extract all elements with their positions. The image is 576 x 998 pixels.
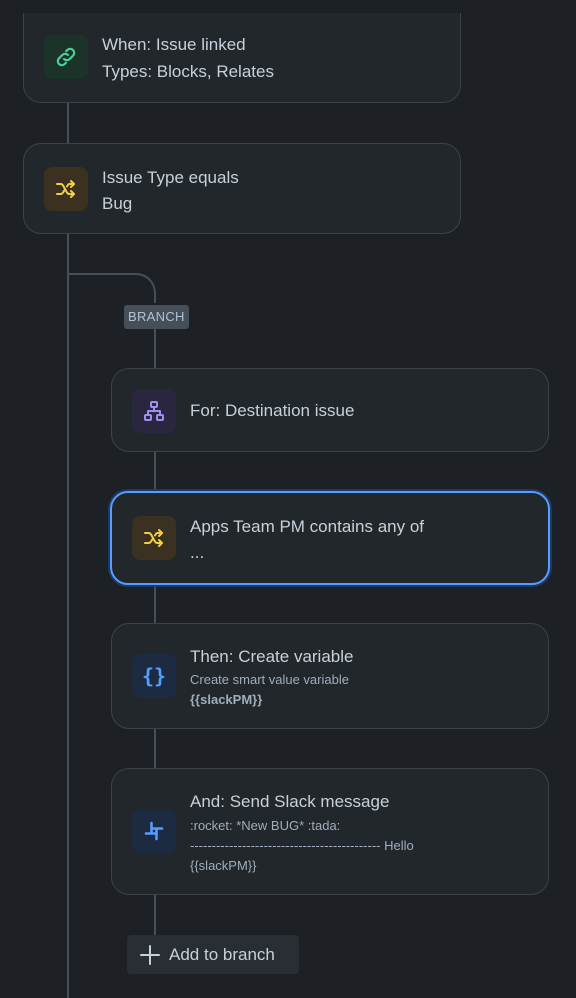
branch-for-card[interactable]: For: Destination issue [111, 368, 549, 452]
send-slack-line2: ----------------------------------------… [190, 838, 414, 853]
trigger-title: When: Issue linked [102, 35, 246, 54]
shuffle-icon [44, 167, 88, 211]
send-slack-line3: {{slackPM}} [190, 858, 257, 873]
add-to-branch-button[interactable]: Add to branch [127, 935, 299, 974]
send-slack-line1: :rocket: *New BUG* :tada: [190, 818, 341, 833]
condition-title: Issue Type equals [102, 168, 239, 187]
branch-condition-card-apps-team-pm[interactable]: Apps Team PM contains any of ... [110, 491, 550, 585]
shuffle-icon [132, 516, 176, 560]
send-slack-title: And: Send Slack message [190, 792, 390, 811]
send-slack-message-card[interactable]: And: Send Slack message :rocket: *New BU… [111, 768, 549, 895]
branch-connector-curve [67, 273, 156, 303]
add-to-branch-label: Add to branch [169, 944, 275, 964]
trigger-detail: Types: Blocks, Relates [102, 62, 274, 81]
branch-connector-line-2 [154, 452, 156, 491]
main-connector-line-long [67, 234, 69, 998]
curly-braces-icon: {} [132, 654, 176, 698]
branch-connector-line-3 [154, 585, 156, 623]
hierarchy-icon [132, 389, 176, 433]
branch-connector-line-1 [154, 329, 156, 368]
branch-condition-detail: ... [190, 543, 205, 562]
branch-badge: BRANCH [124, 305, 189, 329]
trigger-card-issue-linked[interactable]: When: Issue linked Types: Blocks, Relate… [23, 13, 461, 103]
create-variable-title: Then: Create variable [190, 647, 354, 666]
branch-connector-line-5 [154, 895, 156, 935]
slack-icon [132, 809, 176, 853]
link-icon [44, 35, 88, 79]
for-title: For: Destination issue [190, 401, 355, 420]
plus-icon [140, 944, 160, 965]
main-connector-line [67, 103, 69, 143]
create-variable-card[interactable]: {} Then: Create variable Create smart va… [111, 623, 549, 729]
condition-card-issue-type[interactable]: Issue Type equals Bug [23, 143, 461, 234]
condition-detail: Bug [102, 194, 133, 213]
branch-connector-line-4 [154, 729, 156, 768]
branch-condition-title: Apps Team PM contains any of [190, 517, 425, 536]
create-variable-desc: Create smart value variable [190, 672, 349, 687]
create-variable-value: {{slackPM}} [190, 692, 263, 707]
